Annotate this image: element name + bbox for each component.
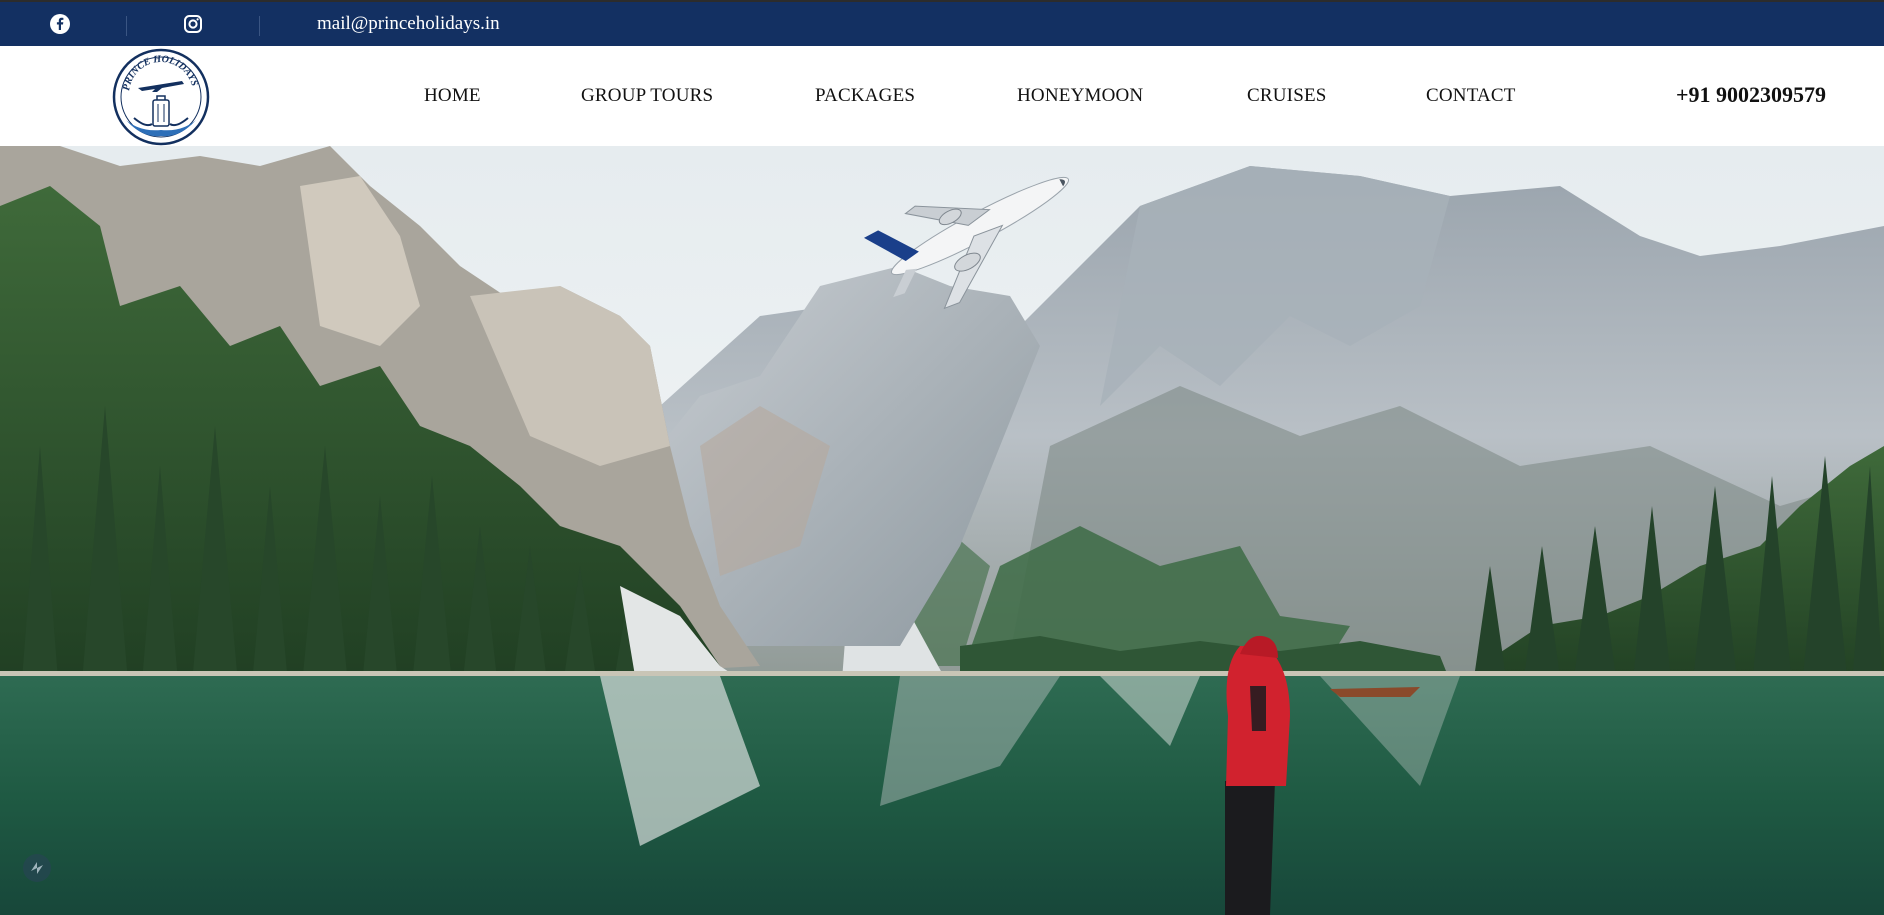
divider <box>126 16 127 36</box>
nav-home[interactable]: HOME <box>424 83 481 109</box>
nav-cruises[interactable]: CRUISES <box>1247 83 1327 109</box>
divider <box>259 16 260 36</box>
hero-banner <box>0 146 1884 915</box>
email-link[interactable]: mail@princeholidays.in <box>317 12 500 36</box>
nav-contact[interactable]: CONTACT <box>1426 83 1516 109</box>
nav-group-tours[interactable]: GROUP TOURS <box>581 83 713 109</box>
nav-honeymoon[interactable]: HONEYMOON <box>1017 83 1143 109</box>
instagram-icon[interactable] <box>183 14 203 34</box>
site-badge-icon[interactable] <box>22 853 52 883</box>
phone-number[interactable]: +91 9002309579 <box>1676 81 1826 109</box>
hero-landscape-image <box>0 146 1884 915</box>
top-bar: mail@princeholidays.in <box>0 0 1884 46</box>
main-nav: HOME GROUP TOURS PACKAGES HONEYMOON CRUI… <box>0 83 1884 109</box>
nav-packages[interactable]: PACKAGES <box>815 83 915 109</box>
facebook-icon[interactable] <box>50 14 70 34</box>
